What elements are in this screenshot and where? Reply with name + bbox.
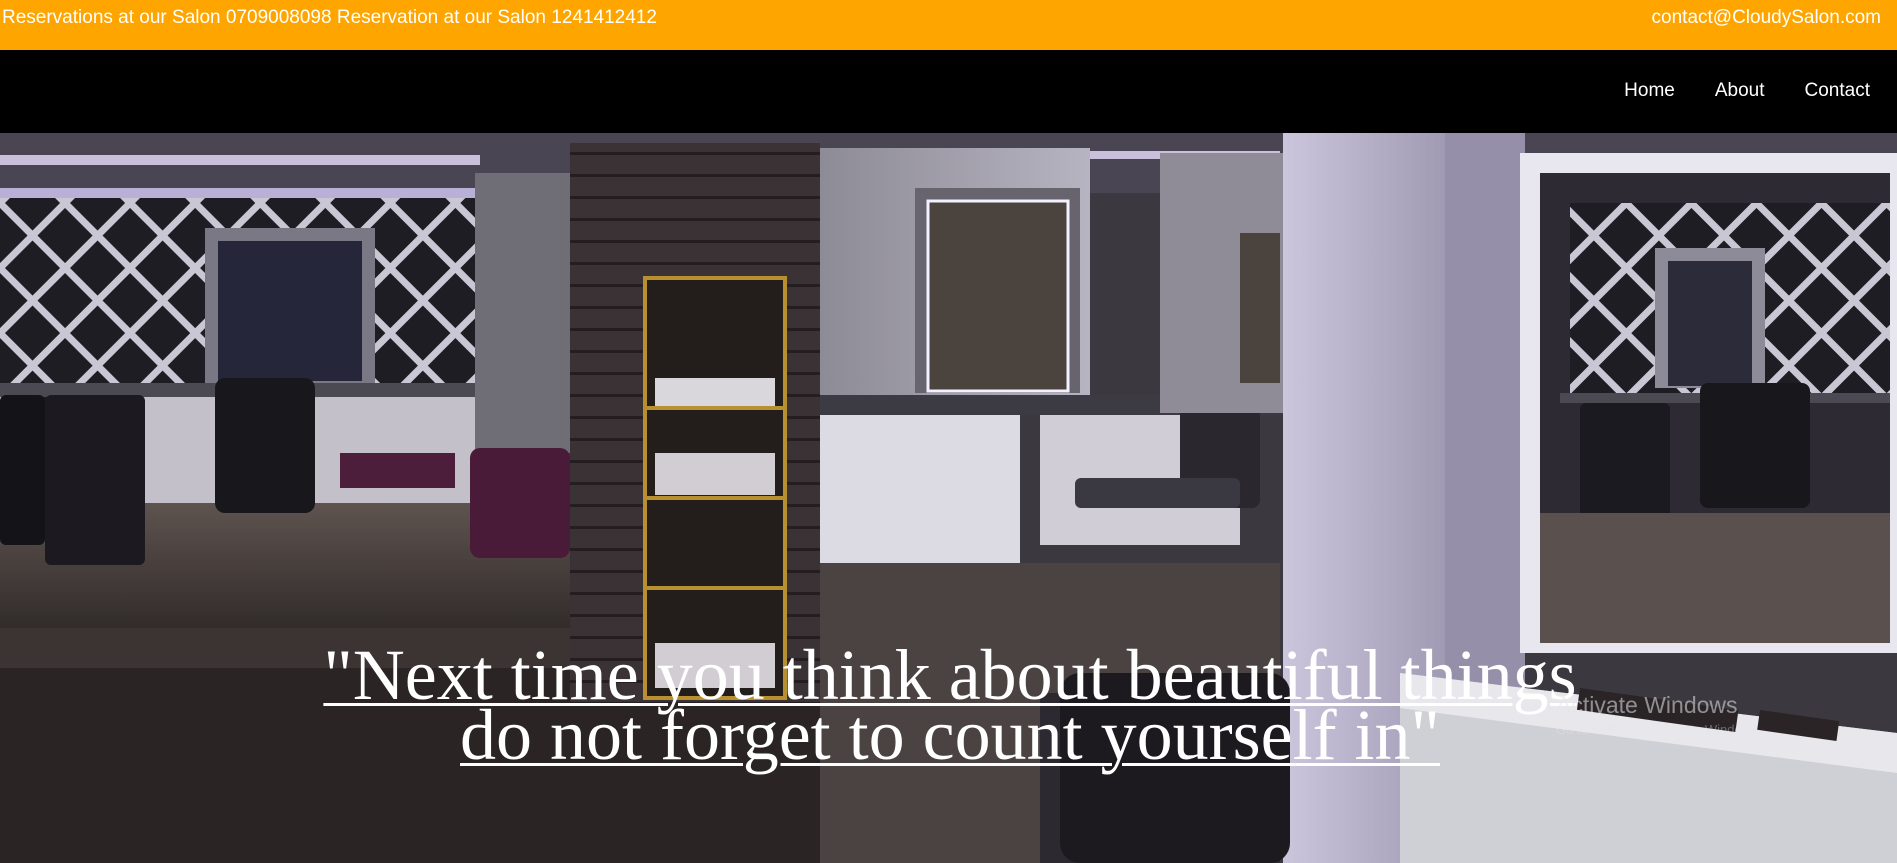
top-info-bar: Reservations at our Salon 0709008098 Res… xyxy=(0,0,1897,50)
nav-links: Home About Contact xyxy=(1624,80,1870,102)
hero-quote-line-2: do not forget to count yourself in" xyxy=(460,695,1440,775)
activate-windows-subtitle: Go to Settings to activate Windows. xyxy=(1556,722,1762,737)
nav-contact-link[interactable]: Contact xyxy=(1805,80,1870,102)
hero-section: "Next time you think about beautiful thi… xyxy=(0,133,1897,863)
nav-about-link[interactable]: About xyxy=(1715,80,1765,102)
reservations-text: Reservations at our Salon 0709008098 Res… xyxy=(2,7,657,28)
hero-quote: "Next time you think about beautiful thi… xyxy=(240,639,1660,771)
nav-home-link[interactable]: Home xyxy=(1624,80,1675,102)
activate-windows-watermark: Activate Windows xyxy=(1556,692,1738,718)
navbar: Home About Contact xyxy=(0,50,1897,133)
contact-email-link[interactable]: contact@CloudySalon.com xyxy=(1652,7,1881,29)
